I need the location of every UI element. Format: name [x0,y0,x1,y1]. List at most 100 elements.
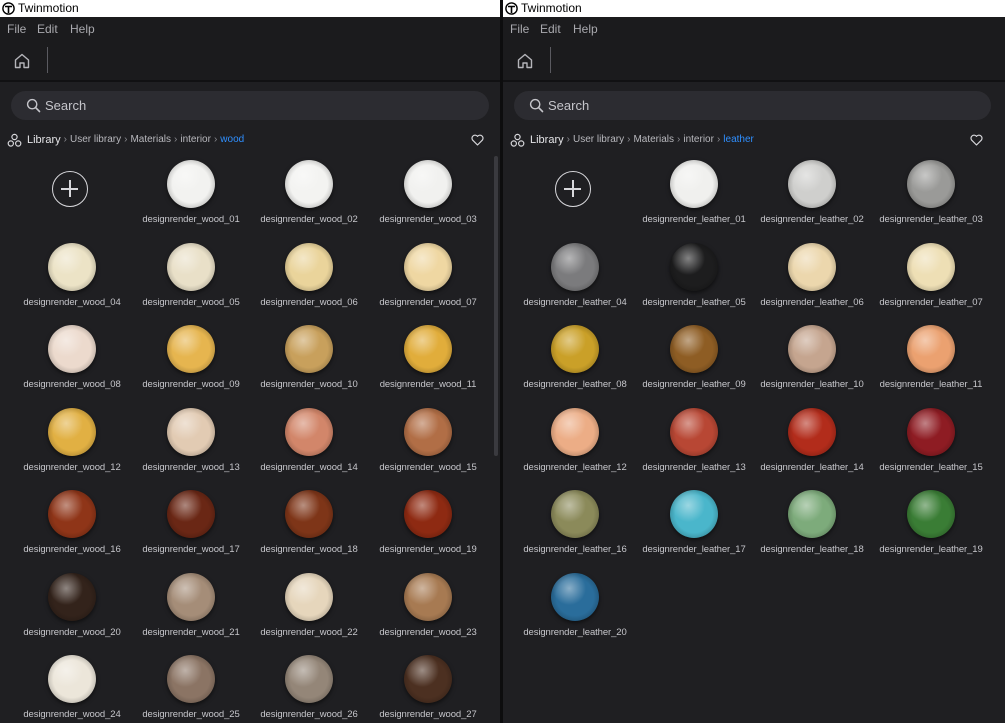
add-material-button[interactable] [13,152,131,234]
menu-edit[interactable]: Edit [540,17,561,41]
menu-help[interactable]: Help [70,17,95,41]
material-tile[interactable]: designrender_wood_25 [132,647,250,723]
breadcrumb-root[interactable]: Library [530,134,564,146]
toolbar-separator [47,47,48,73]
breadcrumb-item[interactable]: wood [220,134,244,145]
material-tile[interactable]: designrender_wood_05 [132,235,250,317]
twinmotion-logo-icon [505,2,518,15]
material-sphere-thumbnail [167,325,215,373]
breadcrumb-item[interactable]: leather [723,134,754,145]
toolbar-separator [550,47,551,73]
vertical-scrollbar[interactable] [494,156,498,456]
material-tile[interactable]: designrender_leather_15 [872,400,990,482]
breadcrumb-item[interactable]: Materials [633,134,674,145]
material-tile[interactable]: designrender_wood_03 [369,152,487,234]
breadcrumb-item[interactable]: interior [683,134,714,145]
material-sphere-thumbnail [285,325,333,373]
material-tile[interactable]: designrender_wood_18 [250,482,368,564]
home-icon[interactable] [515,51,535,71]
material-sphere-thumbnail [167,242,215,291]
material-sphere-thumbnail [788,160,836,208]
material-tile[interactable]: designrender_leather_18 [753,482,871,564]
material-tile[interactable]: designrender_wood_23 [369,565,487,647]
material-tile[interactable]: designrender_leather_17 [635,482,753,564]
material-tile[interactable]: designrender_leather_08 [516,317,634,399]
search-input[interactable]: Search [514,91,991,120]
material-tile[interactable]: designrender_wood_02 [250,152,368,234]
material-tile[interactable]: designrender_leather_05 [635,235,753,317]
material-tile[interactable]: designrender_leather_12 [516,400,634,482]
material-tile[interactable]: designrender_wood_27 [369,647,487,723]
material-tile[interactable]: designrender_wood_16 [13,482,131,564]
material-tile[interactable]: designrender_leather_13 [635,400,753,482]
material-label: designrender_wood_04 [23,296,121,308]
favorite-heart-icon[interactable] [471,133,484,146]
material-tile[interactable]: designrender_wood_08 [13,317,131,399]
material-tile[interactable]: designrender_wood_14 [250,400,368,482]
breadcrumb-item[interactable]: User library [573,134,624,145]
material-label: designrender_leather_11 [879,379,983,390]
material-label: designrender_leather_06 [760,296,864,308]
breadcrumb-item[interactable]: interior [180,134,211,145]
material-sphere-thumbnail [670,160,718,208]
material-tile[interactable]: designrender_leather_11 [872,317,990,399]
menu-file[interactable]: File [7,17,26,41]
material-tile[interactable]: designrender_wood_24 [13,647,131,723]
material-tile[interactable]: designrender_wood_26 [250,647,368,723]
material-tile[interactable]: designrender_leather_09 [635,317,753,399]
material-tile[interactable]: designrender_leather_06 [753,235,871,317]
material-tile[interactable]: designrender_wood_12 [13,400,131,482]
material-label: designrender_leather_03 [879,214,983,225]
toolbar [0,41,500,82]
search-placeholder: Search [548,98,590,113]
material-tile[interactable]: designrender_leather_14 [753,400,871,482]
material-sphere-thumbnail [404,407,452,456]
favorite-heart-icon[interactable] [970,133,983,146]
material-tile[interactable]: designrender_leather_07 [872,235,990,317]
breadcrumb-item[interactable]: User library [70,134,121,145]
add-material-button[interactable] [516,152,634,234]
twinmotion-logo-icon [2,2,15,15]
material-tile[interactable]: designrender_leather_02 [753,152,871,234]
material-sphere-thumbnail [788,490,836,538]
plus-circle-icon [555,171,591,207]
material-tile[interactable]: designrender_wood_20 [13,565,131,647]
breadcrumb-chevron-icon: › [63,134,67,145]
menu-help[interactable]: Help [573,17,598,41]
material-tile[interactable]: designrender_wood_07 [369,235,487,317]
breadcrumb-item[interactable]: Materials [130,134,171,145]
material-label: designrender_leather_12 [523,461,627,473]
material-tile[interactable]: designrender_wood_17 [132,482,250,564]
material-label: designrender_wood_05 [142,296,240,308]
material-tile[interactable]: designrender_wood_22 [250,565,368,647]
material-tile[interactable]: designrender_leather_19 [872,482,990,564]
material-tile[interactable]: designrender_wood_19 [369,482,487,564]
material-label: designrender_wood_10 [260,379,358,390]
material-tile[interactable]: designrender_wood_21 [132,565,250,647]
material-tile[interactable]: designrender_wood_04 [13,235,131,317]
search-placeholder: Search [45,98,87,113]
material-tile[interactable]: designrender_wood_06 [250,235,368,317]
breadcrumb-root[interactable]: Library [27,134,61,146]
material-sphere-thumbnail [404,160,452,208]
material-sphere-thumbnail [670,325,718,373]
material-tile[interactable]: designrender_wood_01 [132,152,250,234]
material-tile[interactable]: designrender_leather_03 [872,152,990,234]
material-tile[interactable]: designrender_leather_04 [516,235,634,317]
material-tile[interactable]: designrender_wood_15 [369,400,487,482]
material-tile[interactable]: designrender_wood_10 [250,317,368,399]
material-tile[interactable]: designrender_leather_01 [635,152,753,234]
material-tile[interactable]: designrender_leather_10 [753,317,871,399]
home-icon[interactable] [12,51,32,71]
menu-edit[interactable]: Edit [37,17,58,41]
material-sphere-thumbnail [670,242,718,291]
material-tile[interactable]: designrender_leather_16 [516,482,634,564]
material-tile[interactable]: designrender_wood_09 [132,317,250,399]
material-tile[interactable]: designrender_leather_20 [516,565,634,647]
material-tile[interactable]: designrender_wood_11 [369,317,487,399]
search-input[interactable]: Search [11,91,489,120]
menu-file[interactable]: File [510,17,529,41]
material-label: designrender_leather_09 [642,379,746,390]
material-label: designrender_leather_02 [760,214,864,225]
material-tile[interactable]: designrender_wood_13 [132,400,250,482]
